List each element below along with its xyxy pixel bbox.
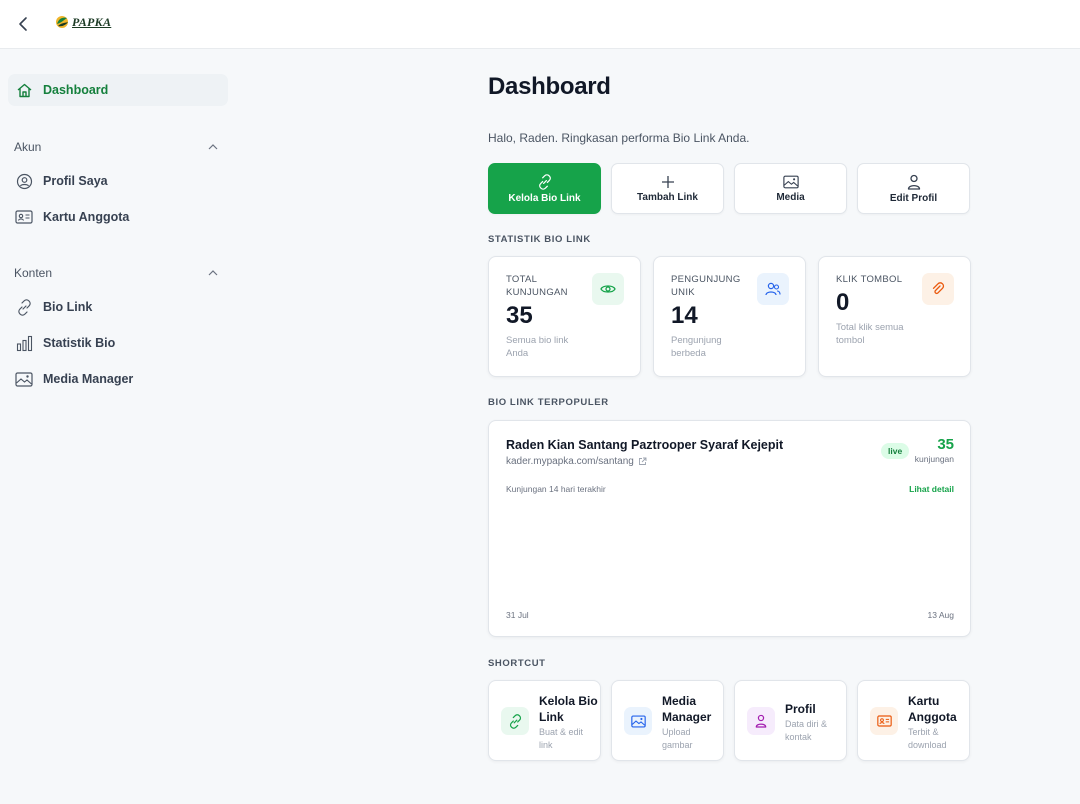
bio-link-url-text: kader.mypapka.com/santang: [506, 456, 634, 467]
sidebar-item-kartu-anggota[interactable]: Kartu Anggota: [8, 201, 228, 233]
popular-bio-link-card: Raden Kian Santang Paztrooper Syaraf Kej…: [488, 420, 971, 637]
image-icon: [782, 175, 799, 188]
stat-subtitle: Semua bio link Anda: [506, 335, 569, 359]
section-toggle-akun[interactable]: Akun: [14, 140, 218, 154]
paperclip-icon: [922, 273, 954, 305]
link-icon: [538, 173, 551, 190]
stat-title: KLIK TOMBOL: [836, 274, 903, 285]
shortcut-subtitle: Data diri & kontak: [785, 719, 828, 742]
external-link-icon: [638, 457, 647, 465]
tambah-link-button[interactable]: Tambah Link: [611, 163, 724, 214]
section-title: Akun: [14, 140, 42, 154]
shortcut-title: Kelola Bio Link: [539, 694, 598, 724]
kelola-bio-link-button[interactable]: Kelola Bio Link: [488, 163, 601, 214]
chevron-up-icon: [208, 144, 218, 150]
shortcut-subtitle: Upload gambar: [662, 727, 693, 750]
shortcut-title: Kartu Anggota: [908, 694, 957, 724]
lihat-detail-link[interactable]: Lihat detail: [909, 484, 954, 494]
stat-subtitle: Pengunjung berbeda: [671, 335, 722, 359]
sidebar-item-statistik-bio[interactable]: Statistik Bio: [8, 327, 228, 359]
bio-link-title: Raden Kian Santang Paztrooper Syaraf Kej…: [506, 438, 784, 452]
user-icon: [747, 707, 775, 735]
visit-count-label: kunjungan: [914, 454, 954, 464]
button-label: Media: [776, 191, 805, 203]
sidebar-item-profil-saya[interactable]: Profil Saya: [8, 165, 228, 197]
chevron-up-icon: [208, 270, 218, 276]
media-button[interactable]: Media: [734, 163, 847, 214]
page-title: Dashboard: [488, 73, 611, 100]
stat-card-total-kunjungan: TOTAL KUNJUNGAN 35 Semua bio link Anda: [488, 256, 641, 377]
user-circle-icon: [15, 172, 33, 190]
shortcut-subtitle: Terbit & download: [908, 727, 947, 750]
visit-count: 35: [937, 436, 954, 453]
shortcut-profil[interactable]: Profil Data diri & kontak: [734, 680, 847, 761]
home-icon: [15, 81, 33, 99]
chevron-left-icon: [19, 17, 27, 31]
sidebar-item-label: Bio Link: [43, 300, 93, 314]
eye-icon: [592, 273, 624, 305]
stat-value: 35: [506, 302, 533, 329]
link-icon: [15, 298, 33, 316]
button-label: Tambah Link: [637, 191, 698, 203]
shortcut-title: Media Manager: [662, 694, 712, 724]
top-bar: PAPKA: [0, 0, 1080, 49]
sidebar-item-label: Dashboard: [43, 83, 109, 97]
chart-axis-start: 31 Jul: [506, 610, 529, 620]
stat-value: 14: [671, 302, 698, 329]
chart-axis-end: 13 Aug: [927, 610, 954, 620]
user-icon: [907, 174, 920, 190]
shortcut-title: Profil: [785, 702, 816, 716]
shortcut-kartu-anggota[interactable]: Kartu Anggota Terbit & download: [857, 680, 970, 761]
id-card-icon: [15, 208, 33, 226]
stat-title: TOTAL KUNJUNGAN: [506, 274, 568, 298]
stat-card-klik-tombol: KLIK TOMBOL 0 Total klik semua tombol: [818, 256, 971, 377]
status-badge: live: [881, 443, 910, 459]
stats-section-label: STATISTIK BIO LINK: [488, 234, 591, 245]
sidebar-item-label: Media Manager: [43, 372, 134, 386]
plus-icon: [661, 175, 674, 188]
back-button[interactable]: [14, 13, 32, 35]
stat-card-pengunjung-unik: PENGUNJUNG UNIK 14 Pengunjung berbeda: [653, 256, 806, 377]
greeting-text: Halo, Raden. Ringkasan performa Bio Link…: [488, 131, 750, 145]
stat-subtitle: Total klik semua tombol: [836, 322, 904, 346]
id-card-icon: [870, 707, 898, 735]
image-icon: [15, 370, 33, 388]
shortcut-subtitle: Buat & edit link: [539, 727, 584, 750]
logo-text: PAPKA: [72, 14, 112, 29]
link-icon: [501, 707, 529, 735]
popular-section-label: BIO LINK TERPOPULER: [488, 397, 609, 408]
logo[interactable]: PAPKA: [54, 14, 111, 30]
shortcut-kelola-bio-link[interactable]: Kelola Bio Link Buat & edit link: [488, 680, 601, 761]
button-label: Edit Profil: [889, 192, 938, 204]
sidebar-item-dashboard[interactable]: Dashboard: [8, 74, 228, 106]
button-label: Kelola Bio Link: [508, 192, 581, 204]
sidebar-item-bio-link[interactable]: Bio Link: [8, 291, 228, 323]
sidebar-item-media-manager[interactable]: Media Manager: [8, 363, 228, 395]
shortcut-section-label: SHORTCUT: [488, 658, 546, 669]
logo-mark-icon: [56, 16, 68, 28]
chart-range-label: Kunjungan 14 hari terakhir: [506, 484, 606, 494]
sidebar-item-label: Kartu Anggota: [43, 210, 130, 224]
stat-value: 0: [836, 289, 850, 316]
sidebar-item-label: Statistik Bio: [43, 336, 116, 350]
edit-profil-button[interactable]: Edit Profil: [857, 163, 970, 214]
users-icon: [757, 273, 789, 305]
bio-link-url[interactable]: kader.mypapka.com/santang: [506, 456, 647, 467]
stat-title: PENGUNJUNG UNIK: [671, 274, 741, 298]
shortcut-media-manager[interactable]: Media Manager Upload gambar: [611, 680, 724, 761]
sidebar-item-label: Profil Saya: [43, 174, 108, 188]
section-title: Konten: [14, 266, 53, 280]
image-icon: [624, 707, 652, 735]
section-toggle-konten[interactable]: Konten: [14, 266, 218, 280]
bar-chart-icon: [15, 334, 33, 352]
